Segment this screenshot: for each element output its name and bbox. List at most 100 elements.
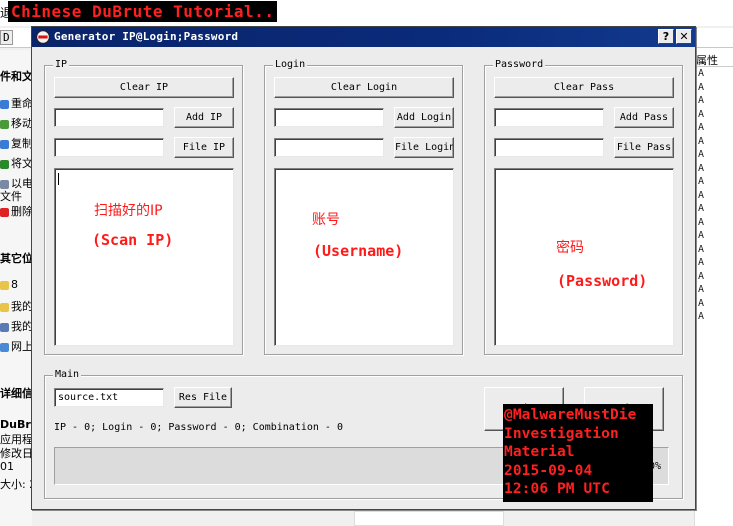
clear-login-button[interactable]: Clear Login [274,77,454,98]
password-group-label: Password [493,59,546,71]
file-pass-button[interactable]: File Pass [614,137,674,158]
background-sidebar-label: 其它位 [0,252,32,265]
background-sidebar-item[interactable]: 文件 [0,188,32,204]
add-ip-input[interactable] [54,108,164,127]
main-group-label: Main [53,369,82,381]
watermark-line: 2015-09-04 [504,462,593,479]
res-file-button[interactable]: Res File [174,387,232,408]
ip-list[interactable] [54,168,234,346]
folder-icon [0,280,9,290]
background-sidebar-item[interactable]: 删除 [0,203,32,219]
move-icon [0,119,9,129]
background-sidebar-item[interactable]: 移动 [0,115,32,131]
background-bottom-strip [354,511,504,526]
background-address-drive[interactable]: D [0,30,13,45]
file-login-button[interactable]: File Login [394,137,454,158]
login-annotation-english: (Username) [313,242,404,260]
publish-icon [0,159,9,169]
background-sidebar-item[interactable]: 8 [0,278,32,291]
background-sidebar-label: 删除 [11,205,32,218]
background-attribute-cell: A [698,270,705,282]
clear-pass-button[interactable]: Clear Pass [494,77,674,98]
add-login-input[interactable] [274,108,384,127]
computer-icon [0,322,9,332]
background-sidebar-item[interactable]: 修改日期 [0,445,32,461]
login-group-label: Login [273,59,308,71]
clear-ip-button[interactable]: Clear IP [54,77,234,98]
password-list[interactable] [494,168,674,346]
background-sidebar-item: 其它位 [0,250,32,266]
watermark-line: Investigation [504,425,619,442]
close-button[interactable]: ✕ [676,29,692,44]
file-pass-input[interactable] [494,138,604,157]
background-sidebar-label: 重命 [11,97,32,110]
background-sidebar-item[interactable]: 重命 [0,95,32,111]
dialog-titlebar[interactable]: Generator IP@Login;Password ? ✕ [32,27,695,47]
background-sidebar-label: 件和文 [0,70,32,83]
background-sidebar-label: 修改日期 [0,447,32,460]
background-sidebar-item[interactable]: 我的 [0,318,32,334]
background-sidebar-item: 详细信 [0,385,32,401]
background-attribute-cell: A [698,216,705,228]
watermark-line: Material [504,444,575,460]
background-sidebar-item[interactable]: 网上 [0,338,32,354]
add-pass-button[interactable]: Add Pass [614,107,674,128]
watermark-line: 12:06 PM UTC [504,481,610,497]
background-attribute-cell: A [698,189,705,201]
file-ip-button[interactable]: File IP [174,137,234,158]
background-sidebar-label: 我的 [11,320,32,333]
background-attribute-cell: A [698,122,705,133]
background-attribute-cell: A [698,257,705,268]
background-sidebar-label: 我的 [11,300,32,313]
background-header-divider [694,66,733,67]
background-sidebar-label: DuBrut [0,418,32,431]
background-sidebar-label: 将文 [11,157,32,170]
background-sidebar-label: 01 [0,460,14,473]
background-attribute-cell: A [698,284,705,295]
background-attribute-cell: A [698,135,705,147]
background-sidebar-item: DuBrut [0,418,32,431]
background-attribute-cell: A [698,95,705,106]
background-sidebar-label: 详细信 [0,387,32,400]
dialog-title: Generator IP@Login;Password [54,30,239,43]
add-login-button[interactable]: Add Login [394,107,454,128]
network-icon [0,342,9,352]
background-attribute-cell: A [698,162,705,174]
help-button[interactable]: ? [658,29,674,44]
ip-annotation-english: (Scan IP) [92,231,174,249]
background-attribute-cell: A [698,68,705,79]
text-caret [58,173,59,185]
background-attribute-cell: A [698,81,705,93]
background-attribute-cell: A [698,230,705,241]
app-icon [36,30,50,44]
background-sidebar-label: 复制 [11,137,32,150]
background-sidebar-item[interactable]: 将文 [0,155,32,171]
watermark-line: @MalwareMustDie [504,407,637,423]
background-attribute-cell: A [698,311,705,322]
background-attribute-cell: A [698,108,705,120]
background-sidebar-label: 文件 [0,190,22,203]
file-ip-input[interactable] [54,138,164,157]
background-sidebar-label: 网上 [11,340,32,353]
file-login-input[interactable] [274,138,384,157]
copy-icon [0,139,9,149]
password-annotation-english: (Password) [557,272,648,290]
background-sidebar-label: 移动 [11,117,32,130]
ip-group-label: IP [53,59,70,71]
background-sidebar-item[interactable]: 01 [0,460,32,473]
background-sidebar-item[interactable]: 我的 [0,298,32,314]
background-sidebar-label: 8 [11,278,18,291]
background-sidebar-item[interactable]: 大小: 2 [0,476,32,492]
add-pass-input[interactable] [494,108,604,127]
background-sidebar-label: 大小: 2 [0,478,32,491]
add-ip-button[interactable]: Add IP [174,107,234,128]
source-file-input[interactable]: source.txt [54,388,164,407]
background-sidebar-item: 件和文 [0,68,32,84]
background-attribute-cell: A [698,176,705,187]
background-attribute-cell: A [698,203,705,214]
background-sidebar-item[interactable]: 复制 [0,135,32,151]
investigation-watermark: @MalwareMustDie Investigation Material 2… [503,404,653,502]
background-attribute-cell: A [698,297,705,309]
documents-icon [0,302,9,312]
password-annotation-chinese: 密码 [556,240,584,256]
